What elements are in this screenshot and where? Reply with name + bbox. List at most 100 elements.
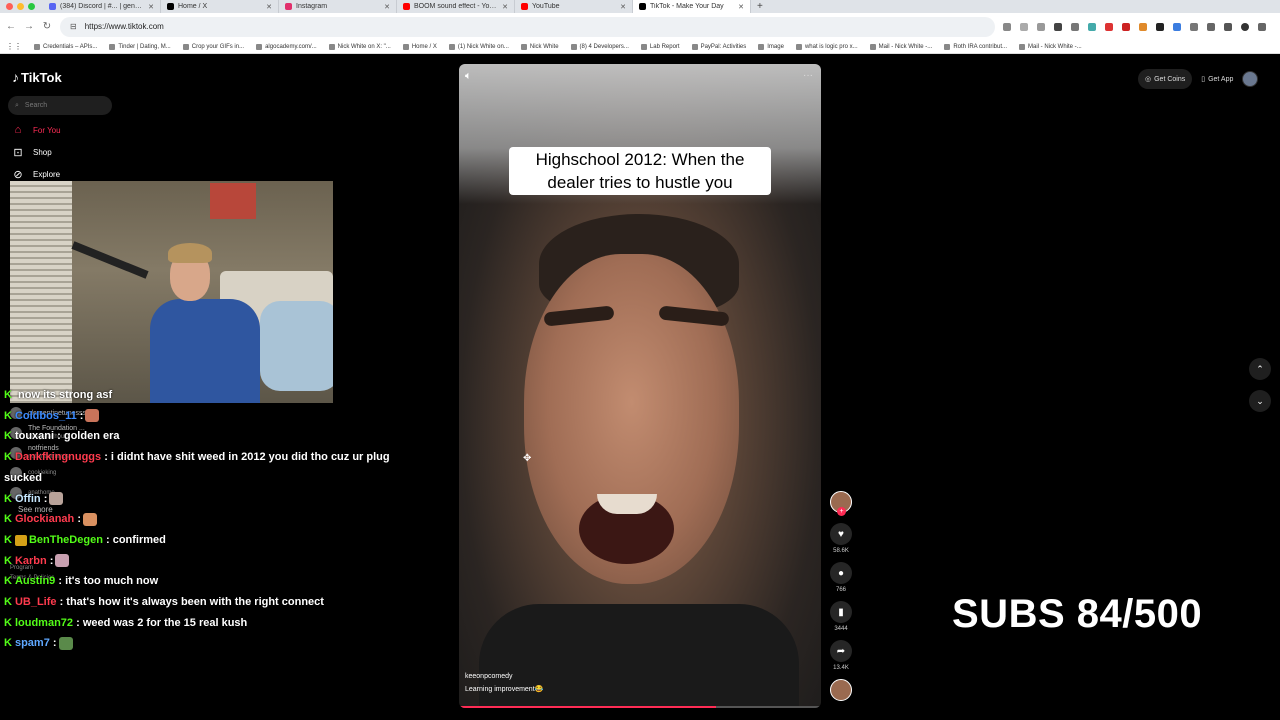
browser-tab[interactable]: (384) Discord | #... | genera ✕ <box>43 0 161 13</box>
chat-username[interactable]: spam7 <box>15 637 50 649</box>
tab-label: BOOM sound effect - YouTube <box>414 3 498 10</box>
chat-text: : that's how it's always been with the r… <box>59 596 324 609</box>
bookmark-item[interactable]: Credentials – APIs... <box>34 43 97 50</box>
profile-avatar[interactable] <box>1241 22 1249 31</box>
tab-favicon-icon <box>285 3 292 10</box>
chat-username[interactable]: touxani <box>15 430 54 442</box>
bookmark-item[interactable]: Crop your GIFs in... <box>182 43 245 50</box>
browser-tab[interactable]: Home / X ✕ <box>161 0 279 13</box>
bookmark-label: Nick White on X: "... <box>337 43 391 50</box>
bookmark-item[interactable]: Mail - Nick White -... <box>1019 43 1082 50</box>
get-app-button[interactable]: ▯ Get App <box>1198 69 1236 89</box>
chat-username[interactable]: Offin <box>15 493 41 505</box>
sidebar-item-for-you[interactable]: ⌂ For You <box>12 123 61 137</box>
browser-tab[interactable]: TikTok - Make Your Day ✕ <box>633 0 751 13</box>
bookmark-item[interactable]: Nick White <box>520 43 559 50</box>
video-progress-bar[interactable] <box>459 706 821 708</box>
volume-icon[interactable]: 🔈︎ <box>465 70 472 83</box>
bookmark-item[interactable]: algocademy.com/... <box>256 43 317 50</box>
bookmark-item[interactable]: Image <box>758 43 784 50</box>
tab-close-icon[interactable]: ✕ <box>266 3 272 11</box>
kick-badge-icon: K <box>4 575 12 588</box>
chat-text: : <box>52 637 57 650</box>
site-info-icon[interactable]: ⊟ <box>70 22 77 31</box>
chat-username[interactable]: UB_Life <box>15 596 57 608</box>
bookmark-item[interactable]: Nick White on X: "... <box>328 43 391 50</box>
previous-video-button[interactable]: ⌃ <box>1249 358 1271 380</box>
extension-icon[interactable] <box>1122 22 1130 31</box>
kick-badge-icon: K <box>4 616 12 629</box>
chat-username[interactable]: loudman72 <box>15 617 73 629</box>
search-input[interactable]: ⌕ Search <box>8 96 112 115</box>
minimize-window-button[interactable] <box>17 3 24 10</box>
extension-icon[interactable] <box>1088 22 1096 31</box>
bookmark-item[interactable]: (8) 4 Developers... <box>570 43 629 50</box>
puzzle-icon[interactable] <box>1190 22 1198 31</box>
creator-avatar[interactable]: + <box>830 491 852 516</box>
browser-tab[interactable]: YouTube ✕ <box>515 0 633 13</box>
more-options-icon[interactable]: ··· <box>803 70 813 81</box>
menu-icon[interactable] <box>1258 22 1266 31</box>
new-tab-button[interactable]: + <box>751 1 769 12</box>
like-button[interactable]: ♥ <box>830 523 852 545</box>
bookmark-item[interactable]: PayPal: Activities <box>691 43 746 50</box>
extension-icon[interactable] <box>1037 22 1045 31</box>
settings-icon[interactable] <box>1224 22 1232 31</box>
tab-close-icon[interactable]: ✕ <box>738 3 744 11</box>
apps-grid-icon[interactable]: ⋮⋮ <box>6 42 22 51</box>
bookmark-item[interactable]: Home / X <box>402 43 437 50</box>
bookmark-label: Crop your GIFs in... <box>191 43 245 50</box>
video-author[interactable]: keeonpcomedy <box>465 670 543 683</box>
tab-favicon-icon <box>521 3 528 10</box>
bookmark-item[interactable]: Tinder | Dating, M... <box>109 43 171 50</box>
phone-icon: ▯ <box>1201 76 1206 83</box>
chat-username[interactable]: BenTheDegen <box>29 534 103 546</box>
tab-close-icon[interactable]: ✕ <box>148 3 154 11</box>
extension-icon[interactable] <box>1071 22 1079 31</box>
sidebar-item-shop[interactable]: ⊡ Shop <box>12 145 61 159</box>
address-bar[interactable]: ⊟ https://www.tiktok.com <box>60 16 995 37</box>
chat-username[interactable]: Karbn <box>15 555 47 567</box>
bookmark-item[interactable]: Lab Report <box>640 43 680 50</box>
bookmark-item[interactable]: (1) Nick White on... <box>448 43 509 50</box>
maximize-window-button[interactable] <box>28 3 35 10</box>
follow-plus-icon[interactable]: + <box>837 507 846 516</box>
comment-button[interactable]: ● <box>830 562 852 584</box>
music-disc-avatar[interactable] <box>830 679 852 701</box>
extension-icon[interactable] <box>1173 22 1181 31</box>
tab-close-icon[interactable]: ✕ <box>384 3 390 11</box>
save-button[interactable]: ▮ <box>830 601 852 623</box>
search-placeholder: Search <box>24 102 48 109</box>
browser-tab[interactable]: BOOM sound effect - YouTube ✕ <box>397 0 515 13</box>
extension-icon[interactable] <box>1105 22 1113 31</box>
chat-username[interactable]: Dankfkingnuggs <box>15 451 101 463</box>
sidebar-item-explore[interactable]: ⊘ Explore <box>12 167 61 181</box>
chat-message: K Dankfkingnuggs : i didnt have shit weed… <box>4 447 424 488</box>
tab-close-icon[interactable]: ✕ <box>502 3 508 11</box>
share-button[interactable]: ➦ <box>830 640 852 662</box>
get-coins-button[interactable]: ◎ Get Coins <box>1138 69 1193 89</box>
kick-badge-icon: K <box>4 492 12 505</box>
extension-icon[interactable] <box>1054 22 1062 31</box>
tiktok-logo[interactable]: ♪ TikTok <box>12 69 62 85</box>
tab-close-icon[interactable]: ✕ <box>620 3 626 11</box>
sidebar-icon[interactable] <box>1207 22 1215 31</box>
next-video-button[interactable]: ⌄ <box>1249 390 1271 412</box>
bookmark-item[interactable]: Mail - Nick White -... <box>869 43 932 50</box>
reload-icon[interactable]: ↻ <box>42 21 52 32</box>
chat-username[interactable]: Coldbos_11 <box>15 410 77 422</box>
browser-tab[interactable]: Instagram ✕ <box>279 0 397 13</box>
bookmark-item[interactable]: Roth IRA contribut... <box>944 43 1007 50</box>
chat-username[interactable]: Austin9 <box>15 575 55 587</box>
bookmark-star-icon[interactable] <box>1020 22 1028 31</box>
extension-icon[interactable] <box>1156 22 1164 31</box>
extension-icon[interactable] <box>1139 22 1147 31</box>
bookmark-item[interactable]: what is logic pro x... <box>795 43 858 50</box>
forward-icon[interactable]: → <box>24 21 34 32</box>
close-window-button[interactable] <box>6 3 13 10</box>
user-avatar[interactable] <box>1242 71 1259 87</box>
cast-icon[interactable] <box>1003 22 1011 31</box>
video-player[interactable]: Highschool 2012: When the dealer tries t… <box>459 64 821 708</box>
back-icon[interactable]: ← <box>6 21 16 32</box>
chat-username[interactable]: Glockianah <box>15 513 74 525</box>
